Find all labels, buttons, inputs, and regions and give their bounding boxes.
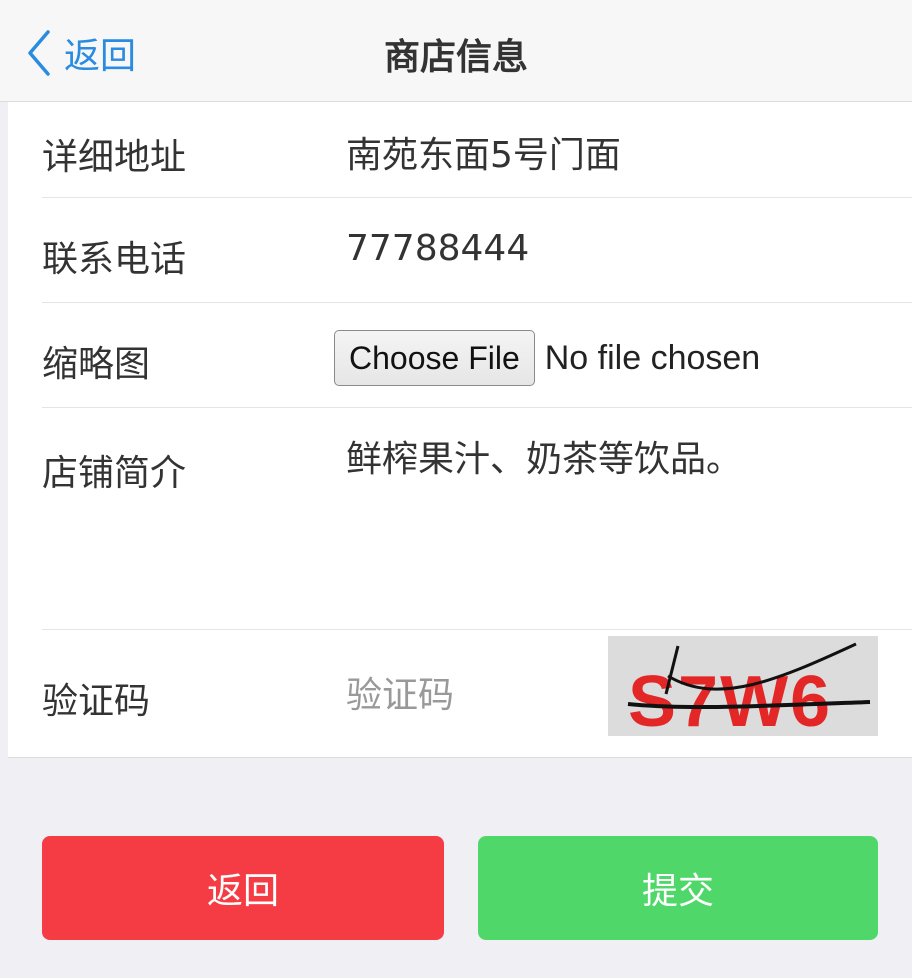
thumbnail-row: 缩略图 Choose File No file chosen: [42, 303, 912, 408]
intro-row: 店铺简介 鲜榨果汁、奶茶等饮品。: [42, 408, 912, 630]
shop-info-form: 详细地址 南苑东面5号门面 联系电话 77788444 缩略图 Choose F…: [8, 102, 912, 758]
captcha-row: 验证码 S7W6: [42, 630, 912, 758]
captcha-image-text: S7W6: [628, 662, 832, 736]
intro-label: 店铺简介: [42, 453, 187, 494]
file-status-text: No file chosen: [544, 338, 761, 377]
captcha-image[interactable]: S7W6: [608, 636, 878, 736]
thumbnail-file-input[interactable]: Choose File No file chosen: [334, 330, 760, 386]
address-label: 详细地址: [42, 137, 187, 178]
page-title: 商店信息: [383, 37, 528, 78]
thumbnail-label: 缩略图: [42, 344, 151, 385]
navigation-bar: 返回 商店信息: [0, 0, 912, 102]
phone-field[interactable]: 77788444: [346, 228, 529, 269]
phone-label: 联系电话: [42, 239, 187, 280]
intro-textarea[interactable]: 鲜榨果汁、奶茶等饮品。: [346, 430, 892, 610]
submit-button[interactable]: 提交: [478, 836, 878, 940]
captcha-label: 验证码: [42, 681, 151, 722]
address-row: 详细地址 南苑东面5号门面: [42, 102, 912, 198]
address-field[interactable]: 南苑东面5号门面: [346, 126, 621, 178]
captcha-input[interactable]: [346, 670, 586, 720]
phone-row: 联系电话 77788444: [42, 198, 912, 303]
back-button[interactable]: 返回: [42, 836, 444, 940]
choose-file-button[interactable]: Choose File: [334, 330, 535, 386]
